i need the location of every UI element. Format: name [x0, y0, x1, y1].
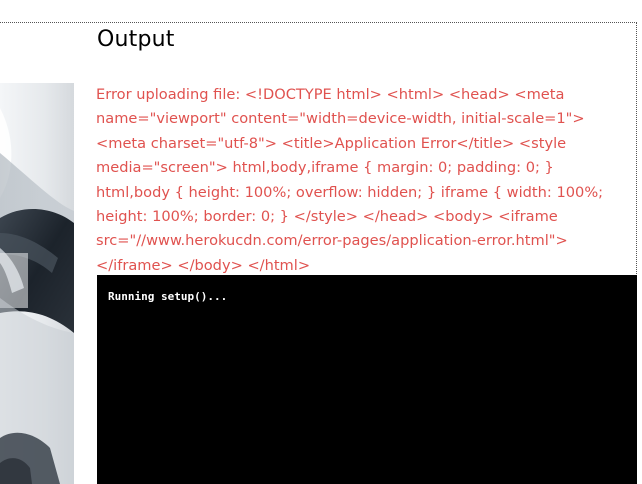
- console-panel: Running setup()...: [97, 275, 637, 484]
- page: Output Error uploading file: <!DOCTYPE h…: [0, 0, 642, 484]
- webcam-preview-graphic: [0, 83, 74, 484]
- output-title: Output: [97, 27, 175, 52]
- frame-border-top: [0, 22, 637, 23]
- upload-error-message: Error uploading file: <!DOCTYPE html> <h…: [96, 86, 604, 274]
- console-line: Running setup()...: [108, 290, 228, 303]
- webcam-preview-image: [0, 83, 74, 484]
